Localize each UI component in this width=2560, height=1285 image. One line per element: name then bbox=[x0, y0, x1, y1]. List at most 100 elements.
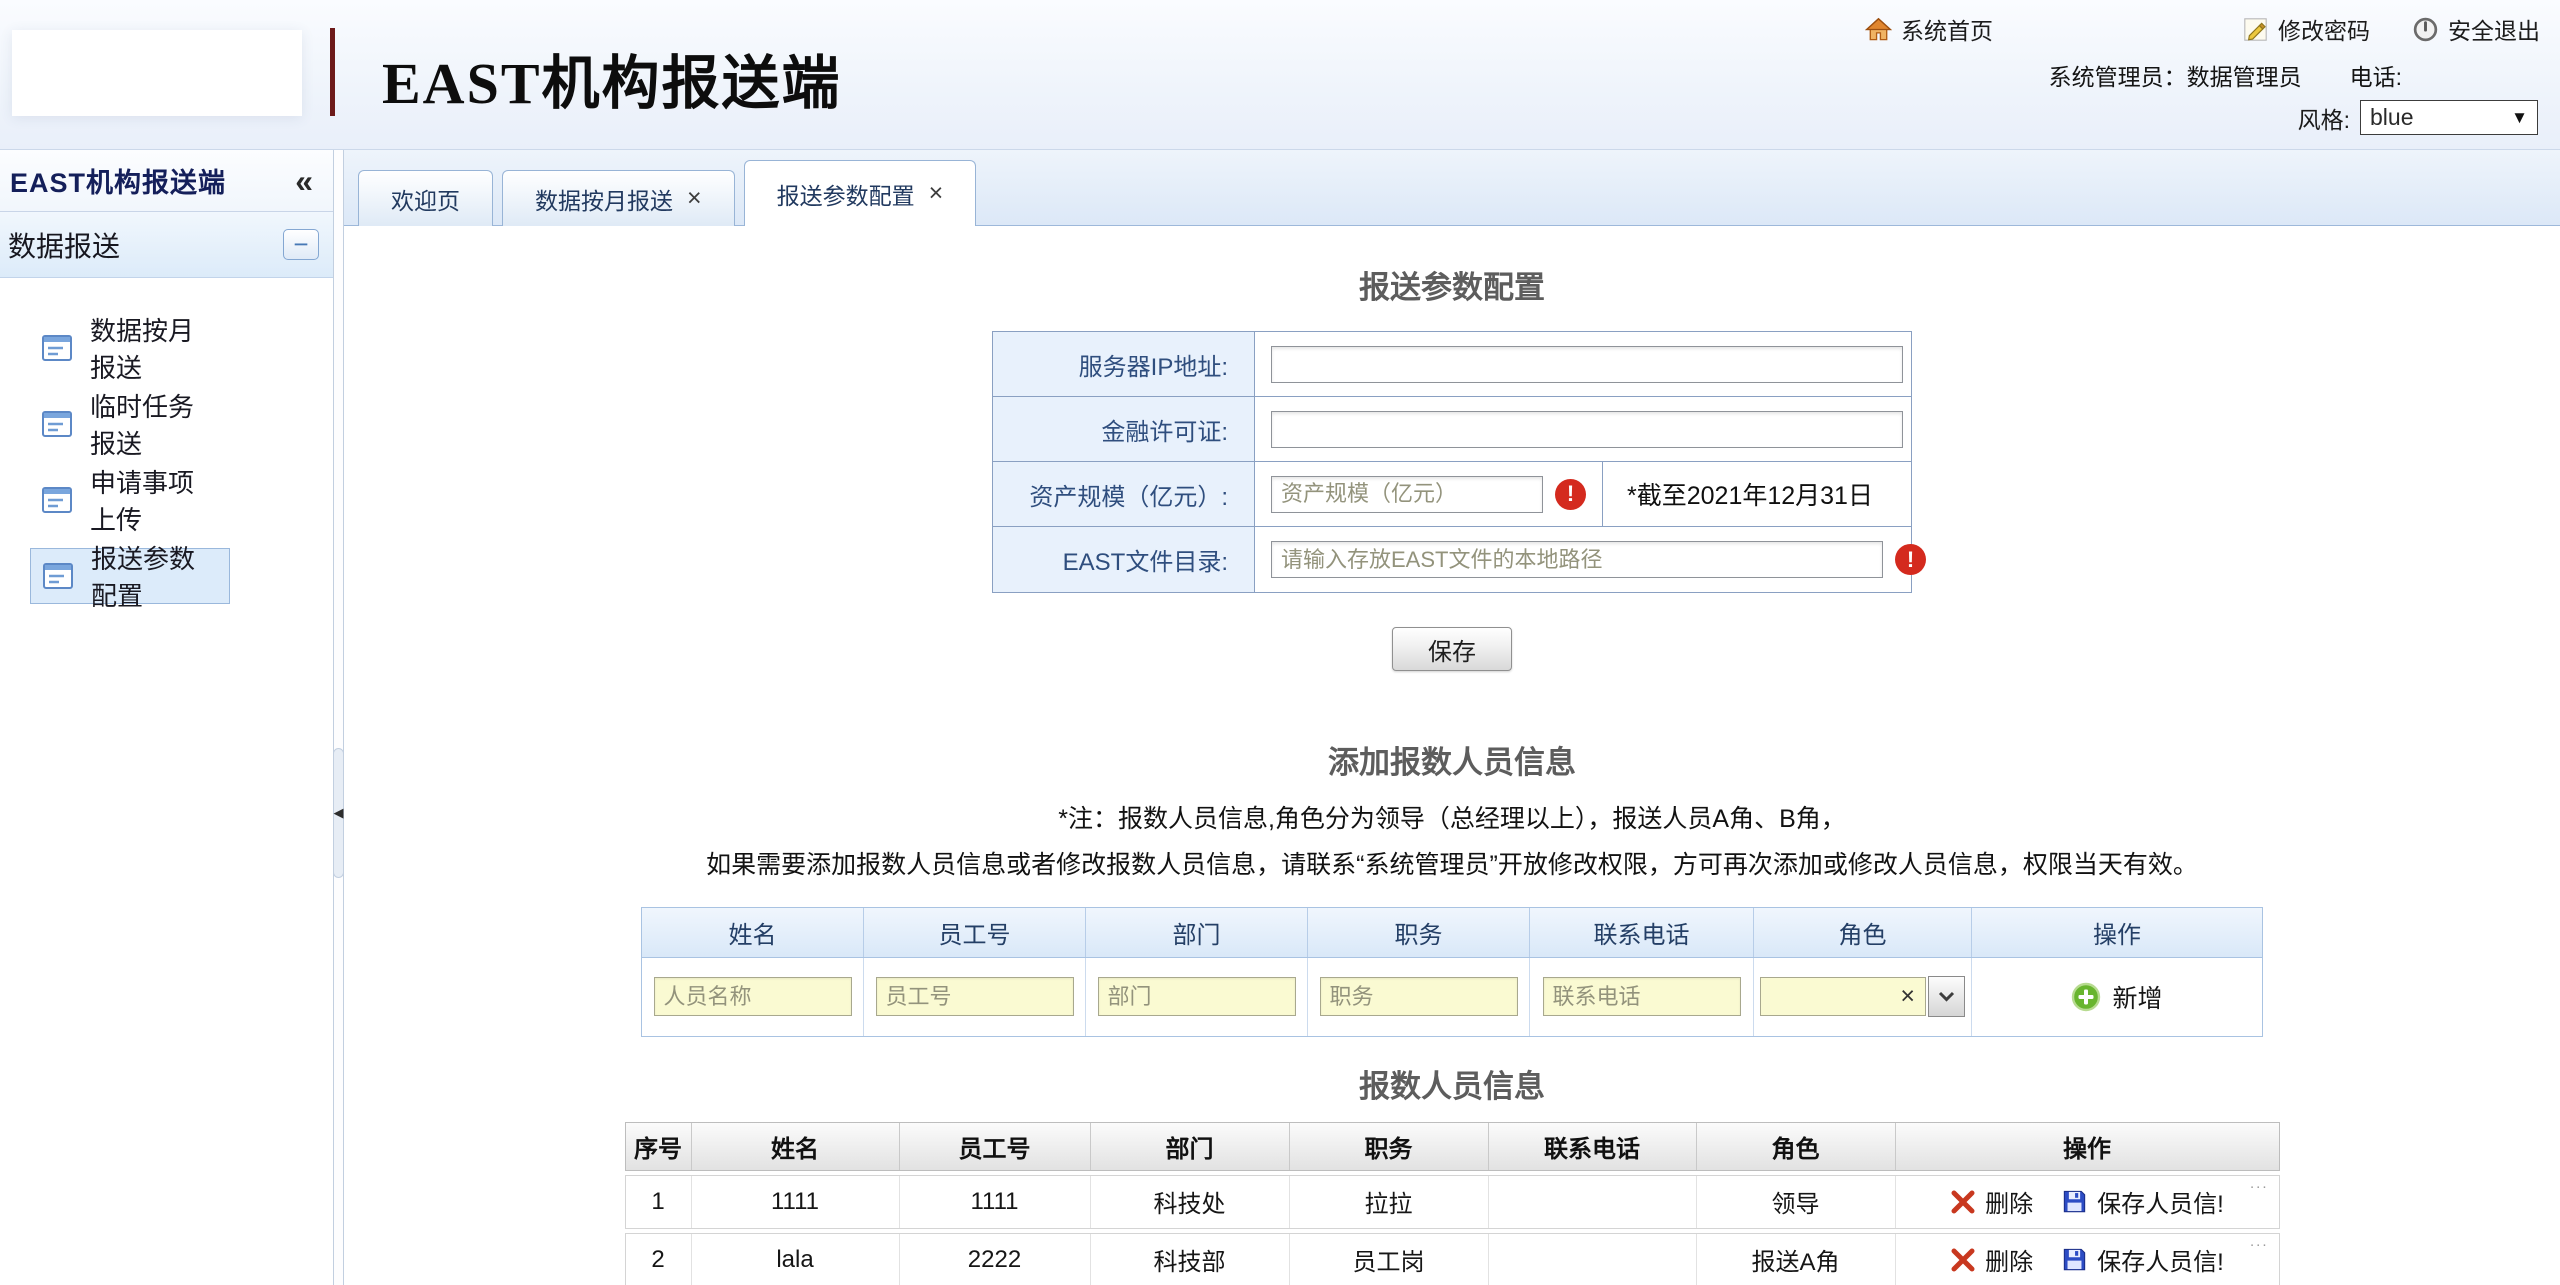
east-dir-input[interactable] bbox=[1271, 541, 1883, 578]
style-select[interactable]: blue ▼ bbox=[2360, 100, 2538, 135]
tab-label: 欢迎页 bbox=[391, 182, 460, 216]
form-icon bbox=[42, 487, 72, 513]
user-info-row: 系统管理员：数据管理员 电话: bbox=[2049, 58, 2402, 92]
add-action-cell: 新增 bbox=[1972, 958, 2262, 1036]
cell-phone bbox=[1489, 1234, 1697, 1285]
person-phone-input[interactable] bbox=[1543, 977, 1741, 1016]
col-header-dept: 部门 bbox=[1086, 908, 1308, 957]
power-icon bbox=[2412, 16, 2439, 43]
chevron-down-icon bbox=[1938, 991, 1955, 1002]
overflow-dots: ... bbox=[2250, 1234, 2269, 1249]
col-header-emp-no: 员工号 bbox=[900, 1123, 1091, 1170]
cell-position: 员工岗 bbox=[1290, 1234, 1489, 1285]
person-emp-no-input[interactable] bbox=[876, 977, 1074, 1016]
form-row-east-dir: EAST文件目录: ! bbox=[993, 527, 1911, 592]
change-password-label: 修改密码 bbox=[2278, 12, 2370, 46]
col-header-actions: 操作 bbox=[1896, 1123, 2279, 1170]
col-header-phone: 联系电话 bbox=[1530, 908, 1754, 957]
logo bbox=[12, 30, 302, 116]
delete-x-icon bbox=[1950, 1248, 1976, 1272]
license-cell bbox=[1255, 397, 1919, 461]
sidebar-item-temp-task-report[interactable]: 临时任务报送 bbox=[30, 396, 230, 452]
tab-close-icon[interactable]: × bbox=[929, 181, 944, 206]
tab-close-icon[interactable]: × bbox=[687, 186, 702, 211]
license-label: 金融许可证: bbox=[993, 397, 1255, 461]
content: 欢迎页 数据按月报送 × 报送参数配置 × 报送参数配置 服务器IP地址: bbox=[344, 150, 2560, 1285]
cell-role: 报送A角 bbox=[1697, 1234, 1896, 1285]
col-header-position: 职务 bbox=[1290, 1123, 1489, 1170]
cell-position: 拉拉 bbox=[1290, 1176, 1489, 1228]
cell-actions: ... 删除 保存人员信! bbox=[1896, 1234, 2279, 1285]
collapse-left-icon: ◀ bbox=[334, 805, 344, 821]
col-header-seq: 序号 bbox=[626, 1123, 692, 1170]
emp-no-input-cell bbox=[864, 958, 1086, 1036]
sidebar-collapse-icon[interactable]: « bbox=[295, 165, 313, 197]
logout-link[interactable]: 安全退出 bbox=[2412, 12, 2540, 46]
person-position-input[interactable] bbox=[1320, 977, 1518, 1016]
section-collapse-minus-icon[interactable]: − bbox=[283, 229, 319, 260]
form-icon bbox=[42, 335, 72, 361]
add-person-table-header: 姓名 员工号 部门 职务 联系电话 角色 操作 bbox=[642, 908, 2262, 958]
license-input[interactable] bbox=[1271, 411, 1903, 448]
person-name-input[interactable] bbox=[654, 977, 852, 1016]
save-person-button[interactable]: 保存人员信! bbox=[2061, 1184, 2224, 1219]
splitter-collapse-handle[interactable]: ◀ bbox=[333, 748, 344, 878]
add-person-button[interactable]: 新增 bbox=[2071, 979, 2162, 1015]
sidebar-item-label: 申请事项上传 bbox=[90, 463, 218, 537]
sidebar-item-label: 报送参数配置 bbox=[91, 539, 217, 613]
person-table-header: 序号 姓名 员工号 部门 职务 联系电话 角色 操作 bbox=[625, 1122, 2280, 1171]
nav-home-link[interactable]: 系统首页 bbox=[1865, 12, 1993, 46]
cell-emp-no: 1111 bbox=[900, 1176, 1091, 1228]
delete-x-icon bbox=[1950, 1190, 1976, 1214]
tab-welcome[interactable]: 欢迎页 bbox=[358, 170, 493, 226]
sidebar-section-data-report[interactable]: 数据报送 − bbox=[0, 212, 333, 278]
add-person-title: 添加报数人员信息 bbox=[344, 737, 2560, 782]
east-dir-label: EAST文件目录: bbox=[993, 527, 1255, 592]
delete-button[interactable]: 删除 bbox=[1950, 1242, 2033, 1277]
sidebar-header: EAST机构报送端 « bbox=[0, 150, 333, 212]
style-select-value: blue bbox=[2370, 104, 2413, 131]
col-header-actions: 操作 bbox=[1972, 908, 2262, 957]
col-header-name: 姓名 bbox=[642, 908, 864, 957]
server-ip-label: 服务器IP地址: bbox=[993, 332, 1255, 396]
person-dept-input[interactable] bbox=[1098, 977, 1296, 1016]
sidebar-item-label: 数据按月报送 bbox=[90, 311, 218, 385]
home-icon bbox=[1865, 16, 1892, 43]
form-icon bbox=[42, 411, 72, 437]
cell-dept: 科技处 bbox=[1091, 1176, 1290, 1228]
phone-label: 电话: bbox=[2350, 58, 2402, 92]
cell-seq: 1 bbox=[626, 1176, 692, 1228]
col-header-role: 角色 bbox=[1754, 908, 1972, 957]
save-button[interactable]: 保存 bbox=[1392, 627, 1512, 671]
page: EAST机构报送端 系统首页 修改密码 安全退出 系统管理员：数据管理 bbox=[0, 0, 2560, 1285]
change-password-link[interactable]: 修改密码 bbox=[2242, 12, 2370, 46]
role-combobox[interactable]: × bbox=[1760, 976, 1965, 1017]
east-dir-cell: ! bbox=[1255, 527, 1942, 592]
delete-button[interactable]: 删除 bbox=[1950, 1184, 2033, 1219]
error-exclamation-icon: ! bbox=[1555, 479, 1586, 510]
clear-x-icon[interactable]: × bbox=[1900, 982, 1915, 1011]
sidebar-item-application-upload[interactable]: 申请事项上传 bbox=[30, 472, 230, 528]
save-person-button[interactable]: 保存人员信! bbox=[2061, 1242, 2224, 1277]
delete-label: 删除 bbox=[1985, 1242, 2033, 1277]
col-header-emp-no: 员工号 bbox=[864, 908, 1086, 957]
plus-circle-icon bbox=[2071, 982, 2101, 1012]
floppy-disk-icon bbox=[2061, 1188, 2088, 1215]
sidebar-splitter[interactable]: ◀ bbox=[333, 150, 344, 1285]
sidebar-item-report-param-config[interactable]: 报送参数配置 bbox=[30, 548, 230, 604]
asset-scale-input[interactable] bbox=[1271, 476, 1543, 513]
content-body: 报送参数配置 服务器IP地址: 金融许可证: bbox=[344, 226, 2560, 1285]
asset-scale-note: *截至2021年12月31日 bbox=[1603, 462, 1911, 526]
tab-monthly-report[interactable]: 数据按月报送 × bbox=[502, 170, 735, 226]
role-dropdown-button[interactable] bbox=[1928, 976, 1965, 1017]
tab-report-param-config[interactable]: 报送参数配置 × bbox=[744, 160, 977, 226]
dept-input-cell bbox=[1086, 958, 1308, 1036]
sidebar-item-monthly-report[interactable]: 数据按月报送 bbox=[30, 320, 230, 376]
role-combobox-field[interactable]: × bbox=[1760, 977, 1926, 1016]
server-ip-input[interactable] bbox=[1271, 346, 1903, 383]
pencil-icon bbox=[2242, 16, 2269, 43]
chevron-down-icon: ▼ bbox=[2511, 108, 2528, 128]
form-row-server-ip: 服务器IP地址: bbox=[993, 332, 1911, 397]
col-header-position: 职务 bbox=[1308, 908, 1530, 957]
role-input-cell: × bbox=[1754, 958, 1972, 1036]
